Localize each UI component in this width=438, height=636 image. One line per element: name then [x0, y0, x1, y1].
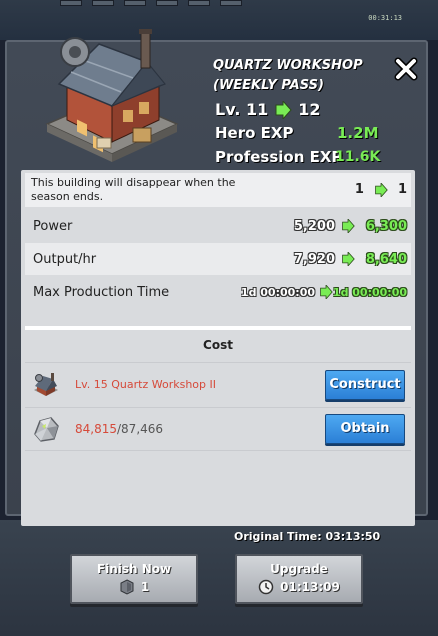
obtain-button[interactable]: Obtain	[325, 414, 405, 444]
upgrade-info-panel: This building will disappear when the se…	[21, 170, 415, 526]
stat-label: Max Production Time	[33, 284, 170, 300]
stat-row-output: Output/hr 7,920 8,640	[25, 243, 411, 275]
season-warning-row: This building will disappear when the se…	[25, 173, 411, 207]
finish-now-cost: 1	[72, 579, 196, 595]
level-current: Lv. 11	[215, 100, 269, 119]
cost-requirement-row: Lv. 15 Quartz Workshop II Construct	[25, 362, 411, 406]
cost-header: Cost	[203, 338, 233, 352]
hud-slot	[188, 0, 210, 6]
close-icon[interactable]	[393, 56, 419, 82]
stat-row-max-production-time: Max Production Time 1d 00:00:00 1d 00:00…	[25, 276, 411, 308]
finish-now-label: Finish Now	[96, 562, 172, 576]
upgrade-time-value: 01:13:09	[280, 580, 340, 594]
finish-now-cost-value: 1	[140, 580, 150, 594]
stat-to: 1d 00:00:00	[332, 285, 407, 299]
stat-from: 5,200	[293, 218, 335, 234]
hero-exp-value: 1.2M	[337, 124, 379, 142]
hero-exp-row: Hero EXP 1.2M	[215, 124, 379, 142]
profession-exp-row: Profession EXP 11.6K	[215, 148, 380, 166]
profession-exp-value: 11.6K	[335, 149, 381, 165]
stat-label: Power	[33, 218, 73, 234]
quartz-stone-icon	[34, 417, 59, 442]
hud-slot	[156, 0, 178, 6]
hud-slot	[92, 0, 114, 6]
arrow-right-icon	[375, 182, 388, 197]
arrow-right-icon	[342, 252, 355, 266]
building-upgrade-dialog: QUARTZ WORKSHOP (WEEKLY PASS) Lv. 11 12 …	[5, 29, 428, 526]
resource-need: 87,466	[121, 422, 164, 436]
season-warning-values: 1 1	[355, 182, 407, 197]
cost-resource-row: 84,815/87,466 Obtain	[25, 407, 411, 451]
section-divider	[25, 326, 411, 330]
profession-exp-label: Profession EXP	[215, 148, 343, 166]
hud-clock: 00:31:13	[368, 14, 402, 22]
arrow-right-icon	[275, 100, 292, 119]
upgrade-time: 01:13:09	[237, 579, 361, 595]
original-time: Original Time: 03:13:50	[234, 530, 381, 543]
arrow-right-icon	[342, 219, 355, 233]
quartz-workshop-building-icon	[45, 29, 179, 162]
arrow-right-icon	[320, 285, 333, 299]
stat-from: 7,920	[293, 251, 335, 267]
clock-icon	[258, 579, 274, 595]
level-row: Lv. 11 12	[215, 100, 321, 119]
upgrade-label: Upgrade	[270, 562, 328, 576]
stat-label: Output/hr	[33, 251, 97, 267]
resource-amount: 84,815/87,466	[75, 422, 163, 436]
level-next: 12	[298, 100, 321, 119]
workshop-requirement-icon	[34, 372, 58, 396]
building-title: QUARTZ WORKSHOP (WEEKLY PASS)	[213, 58, 363, 93]
hud-slot	[220, 0, 242, 6]
warning-from-value: 1	[354, 182, 364, 197]
requirement-label: Lv. 15 Quartz Workshop II	[75, 378, 217, 391]
hud-slot	[124, 0, 146, 6]
stat-row-power: Power 5,200 6,300	[25, 210, 411, 242]
finish-now-button[interactable]: Finish Now 1	[70, 554, 198, 604]
warning-to-value: 1	[397, 182, 407, 197]
stat-to: 8,640	[365, 251, 407, 267]
stat-to: 6,300	[365, 218, 407, 234]
hero-exp-label: Hero EXP	[215, 124, 294, 142]
construct-button[interactable]: Construct	[325, 369, 405, 400]
season-warning-text: This building will disappear when the se…	[31, 176, 236, 203]
upgrade-button[interactable]: Upgrade 01:13:09	[235, 554, 363, 604]
stat-from: 1d 00:00:00	[240, 285, 315, 299]
speedup-token-icon	[120, 579, 134, 595]
resource-have: 84,815	[75, 422, 117, 436]
hud-slot	[60, 0, 82, 6]
